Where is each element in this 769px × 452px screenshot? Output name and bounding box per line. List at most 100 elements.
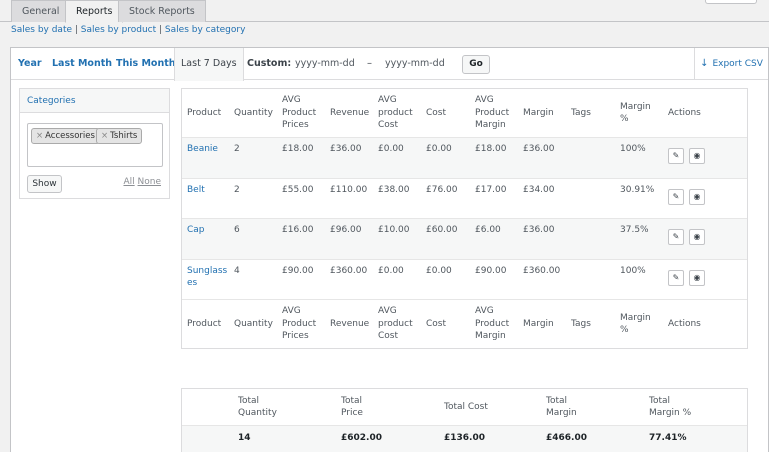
cell-margin-pct-line: 100% (620, 265, 646, 276)
column-header-line: Margin (475, 331, 506, 342)
totals-header-line: Total (649, 395, 671, 406)
product-link[interactable]: Beanie (187, 143, 218, 156)
link-sales-by-product[interactable]: Sales by product (81, 25, 156, 35)
cell-revenue-line: £360.00 (330, 265, 368, 276)
product-link[interactable]: Sunglass es (187, 265, 227, 290)
date-to-input[interactable]: yyyy-mm-dd (385, 57, 445, 71)
cell-avg-cost-line: £0.00 (378, 265, 404, 276)
tab-stock-reports[interactable]: Stock Reports (118, 0, 206, 22)
cell-avg-price-line: £16.00 (282, 225, 314, 235)
cell-margin-pct-line: 30.91% (620, 184, 655, 195)
column-header-line: Revenue (330, 318, 370, 329)
select-all-link[interactable]: All (123, 177, 134, 187)
chip-tshirts[interactable]: × Tshirts (96, 128, 143, 144)
cell-avg-price: £55.00 (282, 184, 314, 197)
cell-margin-pct: 30.91% (620, 184, 654, 197)
table-row: Sunglass es 4 £90.00 £360.00 £0.00 £0.00 £90.00… (182, 258, 747, 300)
show-button[interactable]: Show (27, 175, 62, 193)
column-header-line: Cost (426, 318, 447, 329)
totals-column-header: Total Cost (444, 401, 488, 414)
cell-margin-pct-line: 37.5% (620, 225, 649, 235)
table-row: Beanie 2 £18.00 £36.00 £0.00 £0.00 £18.00 £36.0… (182, 137, 747, 178)
tab-general[interactable]: General (11, 0, 71, 22)
totals-header-line: Price (341, 408, 363, 418)
screen-options-button[interactable] (705, 0, 757, 4)
range-this-month[interactable]: This Month (110, 48, 182, 80)
cell-margin-pct-line: 100% (620, 144, 646, 154)
totals-row: 14 £602.00 £136.00 £466.00 77.41% (182, 425, 747, 452)
cell-avg-price: £18.00 (282, 143, 314, 156)
column-header-line: AVG (378, 95, 397, 106)
category-select[interactable]: × Accessories × Tshirts (27, 123, 163, 167)
column-header-line: Margin (475, 120, 506, 131)
totals-column-header: Total Price (341, 395, 363, 420)
cell-margin: £360.00 (523, 265, 560, 278)
column-header-line: % (620, 114, 629, 124)
cell-avg-price-line: £55.00 (282, 184, 314, 195)
view-icon[interactable]: ◉ (689, 269, 705, 286)
date-from-input[interactable]: yyyy-mm-dd (295, 57, 355, 71)
column-header: Cost (426, 318, 446, 331)
column-header: Cost (426, 107, 446, 120)
cell-cost: £60.00 (426, 224, 458, 237)
product-link[interactable]: Cap (187, 224, 205, 237)
view-icon[interactable]: ◉ (689, 188, 705, 205)
cell-avg-margin: £17.00 (475, 184, 507, 197)
column-header-line: AVG (475, 306, 494, 317)
cell-avg-price-line: £18.00 (282, 144, 314, 154)
product-link-line: Sunglass (187, 265, 228, 276)
view-icon[interactable]: ◉ (689, 148, 705, 164)
cell-avg-price-line: £90.00 (282, 265, 314, 276)
column-header-line: product (378, 107, 413, 118)
range-last-7-days[interactable]: Last 7 Days (174, 48, 244, 81)
date-dash: – (367, 58, 372, 69)
chip-accessories[interactable]: × Accessories (31, 128, 100, 144)
cell-margin-pct: 100% (620, 265, 646, 278)
link-sales-by-date[interactable]: Sales by date (11, 25, 72, 35)
column-header-line: Revenue (330, 107, 370, 118)
cell-avg-price: £90.00 (282, 265, 314, 278)
tab-reports[interactable]: Reports (65, 0, 124, 23)
cell-qty: 4 (234, 265, 240, 278)
cell-cost-line: £60.00 (426, 225, 458, 235)
totals-table: Total Quantity Total Price Total Cost Total Ma… (181, 388, 748, 452)
range-last-month[interactable]: Last Month (46, 48, 118, 80)
product-link[interactable]: Belt (187, 184, 205, 197)
select-none-link[interactable]: None (138, 177, 161, 187)
column-header: Revenue (330, 107, 369, 120)
table-row: Belt 2 £55.00 £110.00 £38.00 £76.00 £17.00 £34.… (182, 177, 747, 219)
go-button[interactable]: Go (462, 55, 490, 74)
view-icon[interactable]: ◉ (689, 229, 705, 245)
totals-header-line: Total Cost (444, 401, 488, 412)
totals-header-line: Total (238, 395, 260, 406)
column-header: Quantity (234, 318, 273, 331)
totals-value: £136.00 (444, 433, 485, 443)
report-panel: Year Last Month This Month Last 7 Days C… (10, 47, 769, 452)
column-header-line: % (620, 325, 629, 335)
cell-avg-price: £16.00 (282, 224, 314, 237)
cell-revenue-line: £96.00 (330, 225, 362, 235)
column-header: Quantity (234, 107, 273, 120)
edit-icon[interactable]: ✎ (668, 269, 684, 286)
column-header-line: Quantity (234, 107, 273, 118)
totals-value: £466.00 (546, 433, 587, 443)
edit-icon[interactable]: ✎ (668, 229, 684, 245)
column-header-line: AVG (378, 306, 397, 317)
remove-icon[interactable]: × (101, 131, 108, 141)
column-header: Tags (571, 318, 591, 331)
remove-icon[interactable]: × (36, 131, 43, 141)
cell-cost-line: £76.00 (426, 184, 458, 195)
column-header: AVG product Cost (378, 305, 413, 343)
edit-icon[interactable]: ✎ (668, 188, 684, 205)
table-row: Cap 6 £16.00 £96.00 £10.00 £60.00 £6.00 £36.00 3… (182, 218, 747, 259)
column-header: Actions (668, 107, 701, 120)
cell-qty-line: 6 (234, 225, 240, 235)
edit-icon[interactable]: ✎ (668, 148, 684, 164)
link-sales-by-category[interactable]: Sales by category (165, 25, 246, 35)
chip-label: Tshirts (110, 131, 138, 141)
download-icon: ↓ (700, 58, 709, 69)
totals-header-line: Margin (546, 408, 577, 418)
export-csv-button[interactable]: ↓ Export CSV (694, 48, 768, 80)
cell-margin: £34.00 (523, 184, 555, 197)
range-year[interactable]: Year (12, 48, 48, 80)
